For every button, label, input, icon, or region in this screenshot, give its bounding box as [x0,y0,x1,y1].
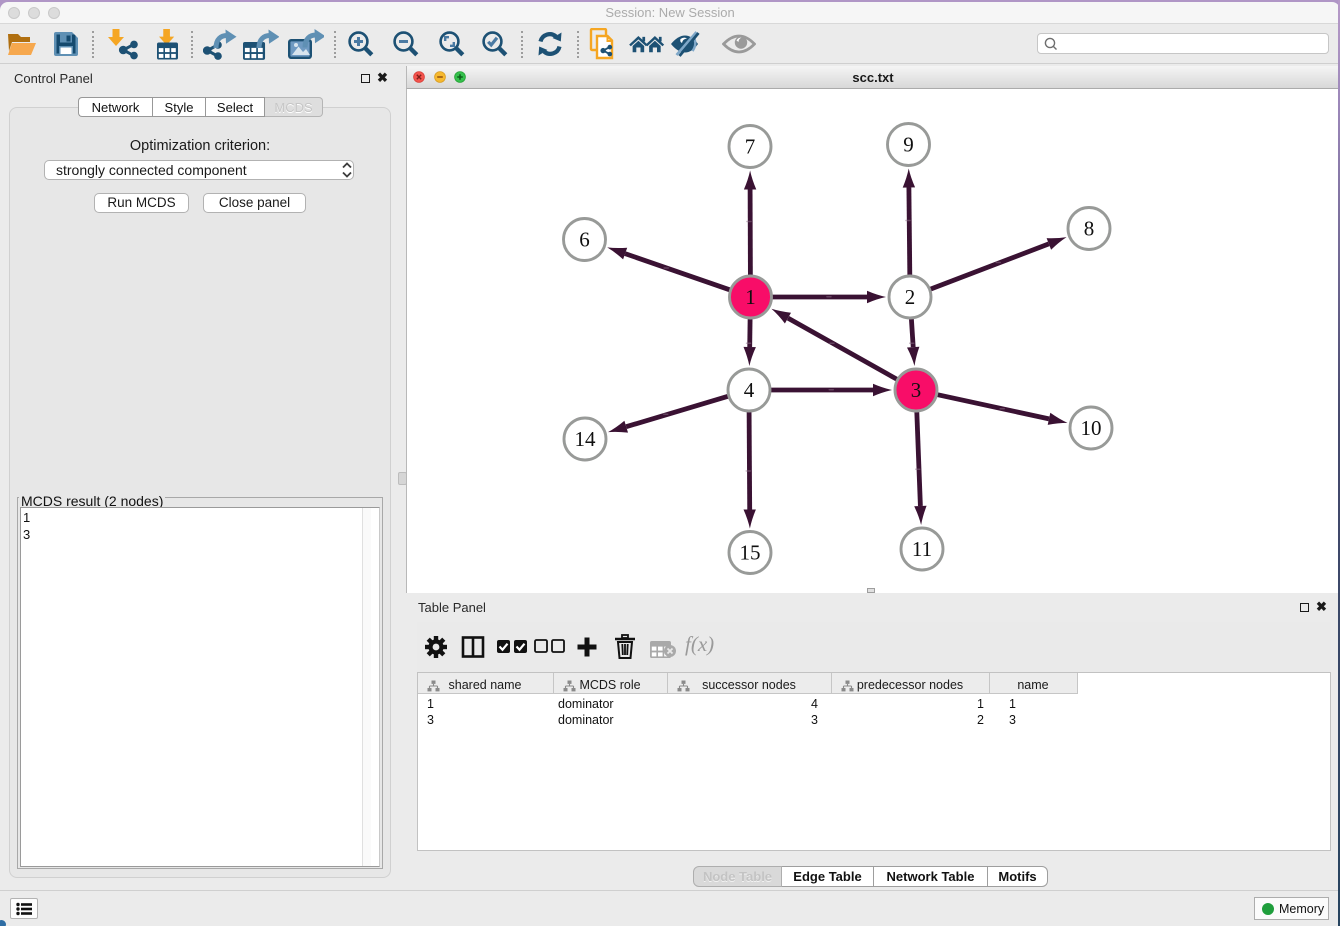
svg-text:6: 6 [579,228,590,252]
svg-text:1: 1 [745,285,756,309]
svg-text:10: 10 [1081,416,1102,440]
svg-text:7: 7 [745,135,756,159]
svg-text:2: 2 [905,285,916,309]
svg-text:8: 8 [1084,217,1095,241]
svg-text:4: 4 [744,378,755,402]
svg-text:9: 9 [903,133,914,157]
svg-text:3: 3 [911,378,922,402]
svg-text:15: 15 [740,541,761,565]
svg-text:14: 14 [575,427,597,451]
svg-text:11: 11 [912,537,932,561]
